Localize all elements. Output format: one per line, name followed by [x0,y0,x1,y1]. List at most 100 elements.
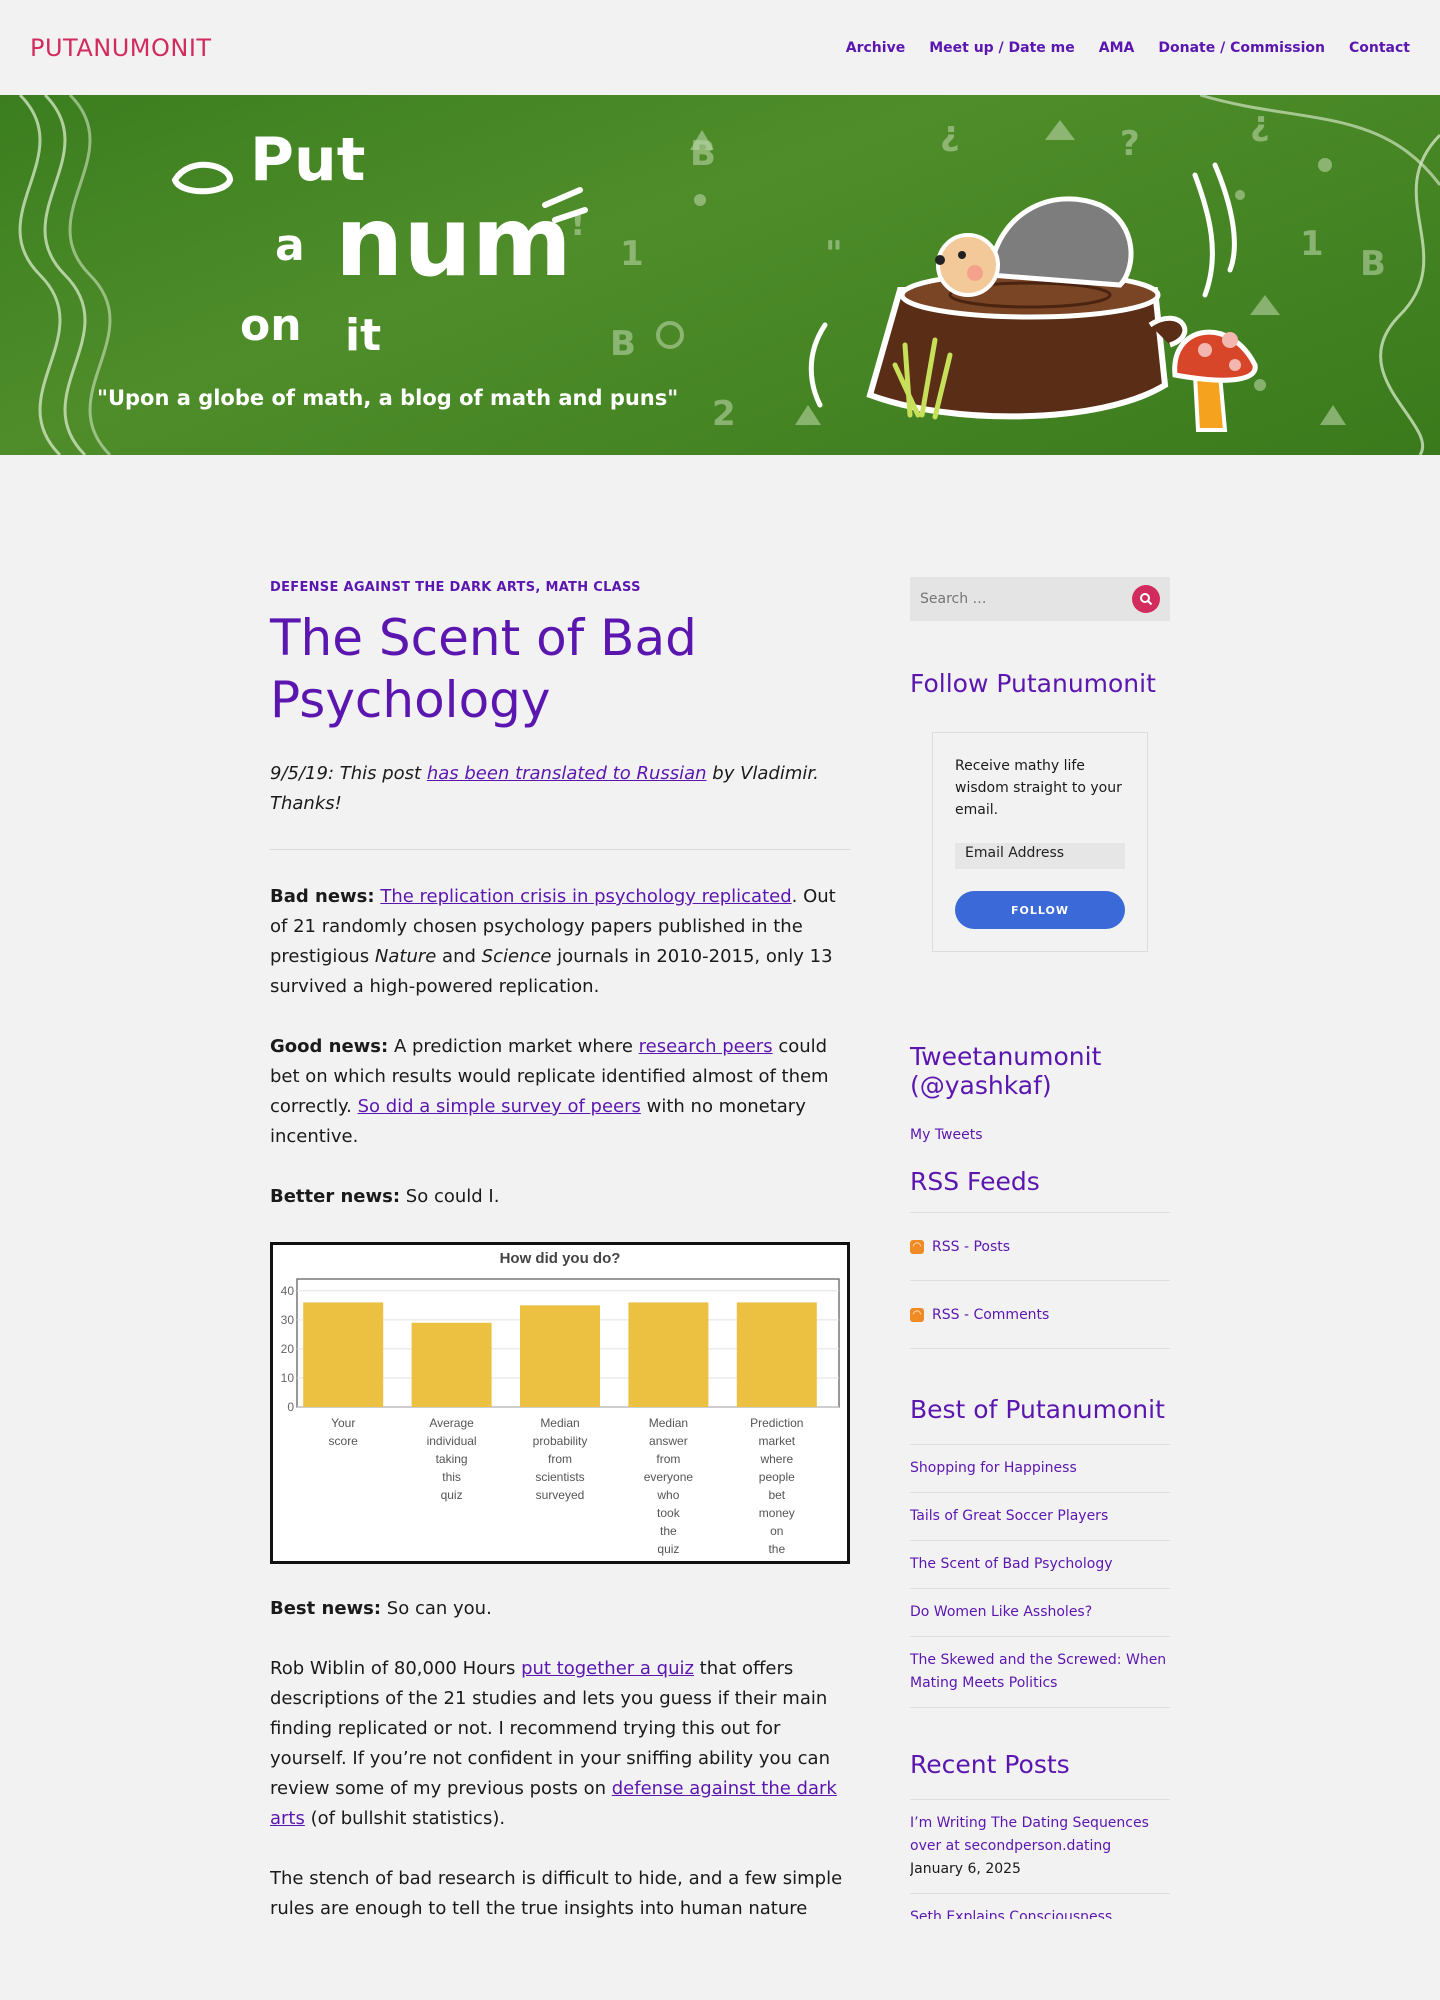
svg-text:1: 1 [620,234,644,274]
recent-post-link[interactable]: Seth Explains Consciousness [910,1909,1112,1919]
x-tick-label-line: Median [649,1416,688,1430]
rss-widget-title: RSS Feeds [910,1167,1040,1196]
bar [736,1302,817,1407]
search-icon [1140,593,1153,606]
nav-contact[interactable]: Contact [1349,40,1410,56]
recent-post-link[interactable]: I’m Writing The Dating Sequences over at… [910,1815,1149,1854]
y-tick-label: 40 [281,1284,295,1298]
best-link[interactable]: Shopping for Happiness [910,1460,1077,1476]
x-tick-label: Average individual taking this quiz [427,1416,477,1502]
russian-translation-link[interactable]: has been translated to Russian [427,763,707,784]
paragraph-good-news: Good news: A prediction market where res… [270,1032,850,1152]
bar [303,1302,384,1407]
x-tick-label-line: from [548,1452,572,1466]
my-tweets-link[interactable]: My Tweets [910,1127,983,1143]
x-tick-label-line: quiz [657,1542,679,1556]
nav-donate[interactable]: Donate / Commission [1158,40,1325,56]
best-link[interactable]: The Skewed and the Screwed: When Mating … [910,1652,1166,1691]
rss-posts-row: ◠ RSS - Posts [910,1213,1170,1281]
rss-comments-link[interactable]: RSS - Comments [932,1307,1049,1323]
intro-text: 9/5/19: This post [270,763,427,784]
site-header: PUTANUMONIT Archive Meet up / Date me AM… [0,0,1440,95]
category-link[interactable]: MATH CLASS [545,580,640,595]
bold-label: Bad news: [270,886,375,907]
x-tick-label-line: the [768,1542,785,1556]
post-article: DEFENSE AGAINST THE DARK ARTS, MATH CLAS… [270,580,850,1920]
research-peers-link[interactable]: research peers [639,1036,773,1057]
nav-archive[interactable]: Archive [846,40,905,56]
y-tick-label: 20 [281,1342,295,1356]
paragraph-better-news: Better news: So could I. [270,1182,850,1212]
quiz-link[interactable]: put together a quiz [521,1658,694,1679]
quiz-results-chart: How did you do? 0 10 20 30 40 Your score Average… [270,1242,850,1574]
banner-tagline: "Upon a globe of math, a blog of math an… [97,386,678,410]
x-tick-label-line: Median [540,1416,579,1430]
x-tick-label: Your score [329,1416,359,1448]
site-title[interactable]: PUTANUMONIT [30,34,212,62]
svg-text:2: 2 [712,394,736,434]
email-field[interactable]: Email Address [955,843,1125,869]
svg-text:¿: ¿ [1250,104,1270,144]
nav-ama[interactable]: AMA [1099,40,1135,56]
post-date: January 6, 2025 [910,1861,1021,1877]
category-link[interactable]: DEFENSE AGAINST THE DARK ARTS [270,580,535,595]
x-tick-label-line: Average [429,1416,474,1430]
follow-widget: Receive mathy life wisdom straight to yo… [932,732,1148,952]
x-tick-label-line: bet [768,1488,785,1502]
x-tick-label-line: individual [427,1434,477,1448]
banner-line2b: num [335,186,572,298]
banner-line2a: a [275,220,305,271]
bar-chart-svg: How did you do? 0 10 20 30 40 Your score Average… [281,1250,840,1574]
y-tick-label: 30 [281,1313,295,1327]
nav-meetup[interactable]: Meet up / Date me [929,40,1075,56]
recent-list: I’m Writing The Dating Sequences over at… [910,1799,1170,1919]
x-tick-label-line: took [657,1506,681,1520]
best-link[interactable]: Do Women Like Assholes? [910,1604,1092,1620]
paragraph-stench: The stench of bad research is difficult … [270,1868,843,1919]
main-nav: Archive Meet up / Date me AMA Donate / C… [846,40,1410,56]
follow-button[interactable]: FOLLOW [955,891,1125,929]
text: Rob Wiblin of 80,000 Hours [270,1658,522,1679]
list-item: The Skewed and the Screwed: When Mating … [910,1636,1170,1707]
rss-posts-link[interactable]: RSS - Posts [932,1239,1010,1255]
banner-art: ! B ¿ ? ¿ B B 2 " 1 1 Put a num on it "U… [18,95,1440,455]
svg-text:B: B [610,324,636,364]
best-link[interactable]: The Scent of Bad Psychology [910,1556,1113,1572]
x-tick-label: Median answer from everyone who took the quiz [644,1416,694,1556]
rss-comments-row: ◠ RSS - Comments [910,1281,1170,1349]
x-tick-label-line: on [770,1524,783,1538]
x-tick-label-line: Prediction [750,1416,803,1430]
text: (of bullshit statistics). [304,1808,506,1829]
list-item: Shopping for Happiness [910,1444,1170,1492]
y-tick-label: 10 [281,1371,295,1385]
svg-text:¿: ¿ [940,114,960,154]
best-widget-title: Best of Putanumonit [910,1395,1165,1424]
bold-label: Good news: [270,1036,389,1057]
x-tick-label-line: everyone [644,1470,694,1484]
svg-text:1: 1 [1300,224,1324,264]
survey-link[interactable]: So did a simple survey of peers [358,1096,641,1117]
svg-text:?: ? [1120,124,1140,164]
svg-text:B: B [1360,244,1386,284]
replication-crisis-link[interactable]: The replication crisis in psychology rep… [380,886,791,907]
divider [270,849,850,850]
x-tick-label: Median probability from scientists surveyed [533,1416,588,1502]
x-tick-label: Prediction market where people bet money on the… [750,1416,803,1561]
bar [520,1305,600,1407]
banner-line1: Put [250,125,365,195]
best-list: Shopping for Happiness Tails of Great So… [910,1444,1170,1708]
search-button[interactable] [1132,585,1160,613]
post-title: The Scent of Bad Psychology [270,609,697,729]
list-item: Tails of Great Soccer Players [910,1492,1170,1540]
x-tick-label-line: from [656,1452,680,1466]
post-categories: DEFENSE AGAINST THE DARK ARTS, MATH CLAS… [270,580,850,595]
x-tick-label-line: quiz [441,1488,463,1502]
bold-label: Better news: [270,1186,401,1207]
follow-text: Receive mathy life wisdom straight to yo… [955,758,1122,818]
best-link[interactable]: Tails of Great Soccer Players [910,1508,1108,1524]
search-form [910,577,1170,621]
search-input[interactable] [920,591,1100,607]
italic-text: Nature [374,946,437,967]
x-tick-label-line: who [656,1488,679,1502]
recent-widget-title: Recent Posts [910,1750,1070,1779]
